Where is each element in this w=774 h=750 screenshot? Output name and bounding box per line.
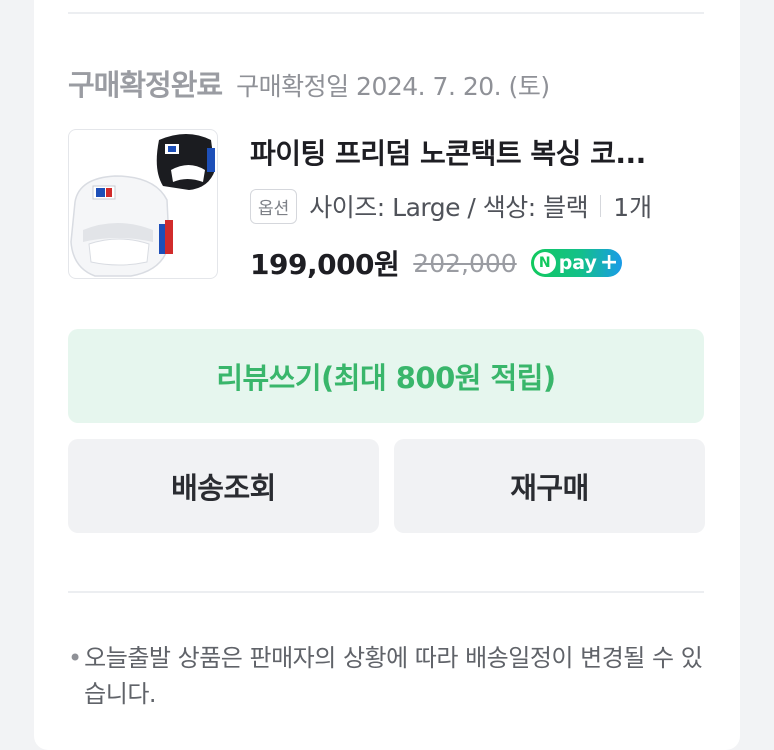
quantity: 1개 xyxy=(613,193,653,222)
original-price: 202,000 xyxy=(413,248,517,278)
bottom-divider xyxy=(68,591,704,593)
npay-label: pay xyxy=(558,252,597,274)
write-review-button[interactable]: 리뷰쓰기(최대 800원 적립) xyxy=(68,329,704,423)
confirm-date: 구매확정일 2024. 7. 20. (토) xyxy=(236,72,550,101)
notice-bullet: • xyxy=(68,644,83,672)
option-text: 사이즈: Large / 색상: 블랙 xyxy=(309,193,589,222)
track-delivery-button[interactable]: 배송조회 xyxy=(68,439,379,533)
npay-n-icon: N xyxy=(533,252,556,274)
order-status-row: 구매확정완료 구매확정일 2024. 7. 20. (토) xyxy=(68,62,550,104)
notice-text: 오늘출발 상품은 판매자의 상황에 따라 배송일정이 변경될 수 있습니다. xyxy=(84,644,703,708)
option-badge: 옵션 xyxy=(250,188,298,224)
headgear-image xyxy=(70,134,215,277)
product-thumbnail[interactable] xyxy=(68,129,218,279)
option-separator xyxy=(600,195,602,217)
plus-icon: + xyxy=(599,250,619,275)
shipping-notice: • 오늘출발 상품은 판매자의 상황에 따라 배송일정이 변경될 수 있습니다. xyxy=(68,640,704,712)
order-status: 구매확정완료 xyxy=(68,68,223,102)
sale-price: 199,000원 xyxy=(250,248,400,281)
npay-plus-badge: N pay + xyxy=(530,249,623,277)
option-row: 옵션 사이즈: Large / 색상: 블랙 1개 xyxy=(250,188,652,224)
price-row: 199,000원 202,000 N pay + xyxy=(250,243,623,283)
order-card: 구매확정완료 구매확정일 2024. 7. 20. (토) 파이팅 프리덤 노콘… xyxy=(34,0,740,750)
top-divider xyxy=(68,12,704,14)
rebuy-button[interactable]: 재구매 xyxy=(394,439,705,533)
product-name[interactable]: 파이팅 프리덤 노콘택트 복싱 코... xyxy=(250,132,690,172)
